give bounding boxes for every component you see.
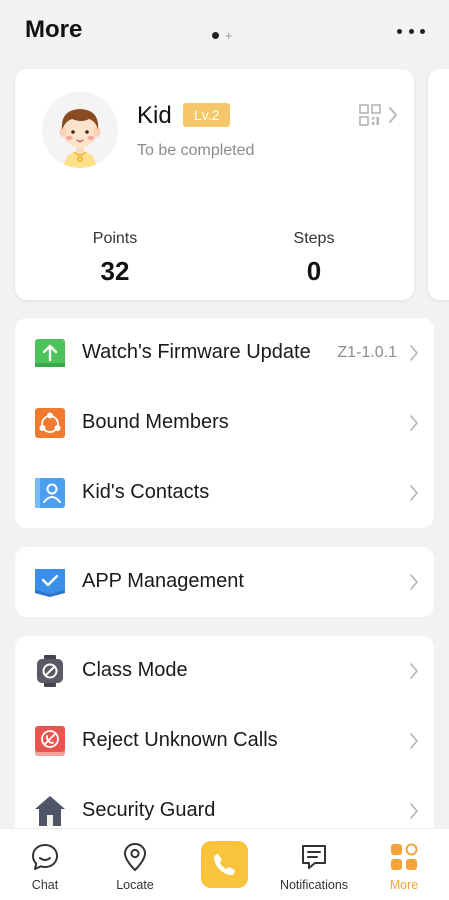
row-firmware-update[interactable]: Watch's Firmware Update Z1-1.0.1 xyxy=(15,318,434,388)
dot-icon xyxy=(408,28,414,34)
tab-label: Locate xyxy=(116,878,154,892)
security-guard-icon xyxy=(35,796,65,826)
row-label: Reject Unknown Calls xyxy=(82,729,278,751)
dot-icon xyxy=(420,28,425,34)
points-value: 32 xyxy=(100,256,130,286)
settings-group-device: Watch's Firmware Update Z1-1.0.1 Bound M… xyxy=(15,318,434,528)
settings-group-safety: Class Mode Reject Unknown Calls Security… xyxy=(15,636,434,828)
tab-label: Notifications xyxy=(279,878,349,892)
steps-stat[interactable]: Steps 0 xyxy=(254,230,374,287)
page-add-icon: + xyxy=(225,28,233,43)
next-profile-card[interactable] xyxy=(428,69,449,300)
row-label: Bound Members xyxy=(82,411,229,433)
tab-notifications[interactable]: Notifications xyxy=(272,829,356,900)
tab-more[interactable]: More xyxy=(374,829,434,900)
row-bound-members[interactable]: Bound Members xyxy=(15,388,434,458)
bottom-tab-bar: Chat Locate Notifications More xyxy=(0,828,449,900)
notifications-icon xyxy=(302,845,326,869)
row-label: Class Mode xyxy=(82,659,188,681)
tab-label: More xyxy=(389,878,419,892)
row-reject-unknown-calls[interactable]: Reject Unknown Calls xyxy=(15,706,434,776)
chevron-right-icon xyxy=(410,574,418,590)
row-label: APP Management xyxy=(82,570,244,592)
header: More + xyxy=(0,0,449,66)
reject-calls-icon xyxy=(35,726,65,756)
chevron-right-icon xyxy=(410,415,418,431)
steps-value: 0 xyxy=(306,256,322,286)
page-title: More xyxy=(25,16,83,43)
points-label: Points xyxy=(92,230,138,247)
row-security-guard[interactable]: Security Guard xyxy=(15,776,434,828)
chat-icon xyxy=(32,844,58,870)
settings-group-apps: APP Management xyxy=(15,547,434,617)
tab-locate[interactable]: Locate xyxy=(104,829,166,900)
phone-icon xyxy=(213,853,235,876)
class-mode-icon xyxy=(37,655,63,687)
avatar[interactable] xyxy=(42,92,118,168)
contacts-icon xyxy=(35,478,65,508)
row-label: Kid's Contacts xyxy=(82,481,210,503)
qr-code-icon[interactable] xyxy=(359,104,381,126)
tab-label: Chat xyxy=(31,878,59,892)
chevron-right-icon xyxy=(410,485,418,501)
location-pin-icon xyxy=(124,843,146,871)
points-stat[interactable]: Points 32 xyxy=(55,230,175,287)
row-app-management[interactable]: APP Management xyxy=(15,547,434,617)
chevron-right-icon xyxy=(410,733,418,749)
chevron-right-icon xyxy=(410,345,418,361)
page-indicator: + xyxy=(212,28,233,43)
kid-name: Kid xyxy=(137,102,172,129)
page-dot-active xyxy=(212,32,219,39)
call-button[interactable] xyxy=(201,841,248,888)
tab-chat[interactable]: Chat xyxy=(14,829,76,900)
chevron-right-icon[interactable] xyxy=(387,105,399,125)
more-grid-icon xyxy=(391,843,418,870)
level-badge: Lv.2 xyxy=(183,103,231,127)
firmware-version: Z1-1.0.1 xyxy=(337,344,397,361)
kid-avatar-icon xyxy=(42,92,118,168)
profile-status: To be completed xyxy=(137,142,255,159)
bound-members-icon xyxy=(35,408,65,438)
chevron-right-icon xyxy=(410,663,418,679)
row-class-mode[interactable]: Class Mode xyxy=(15,636,434,706)
dot-icon xyxy=(397,28,402,34)
firmware-update-icon xyxy=(35,339,65,367)
row-kids-contacts[interactable]: Kid's Contacts xyxy=(15,458,434,528)
chevron-right-icon xyxy=(410,803,418,819)
row-label: Watch's Firmware Update xyxy=(82,341,311,363)
profile-card[interactable]: Kid Lv.2 To be completed Points 32 Steps… xyxy=(15,69,414,300)
more-options-button[interactable] xyxy=(397,22,425,40)
row-label: Security Guard xyxy=(82,799,216,821)
steps-label: Steps xyxy=(293,230,335,247)
app-management-icon xyxy=(35,569,65,597)
